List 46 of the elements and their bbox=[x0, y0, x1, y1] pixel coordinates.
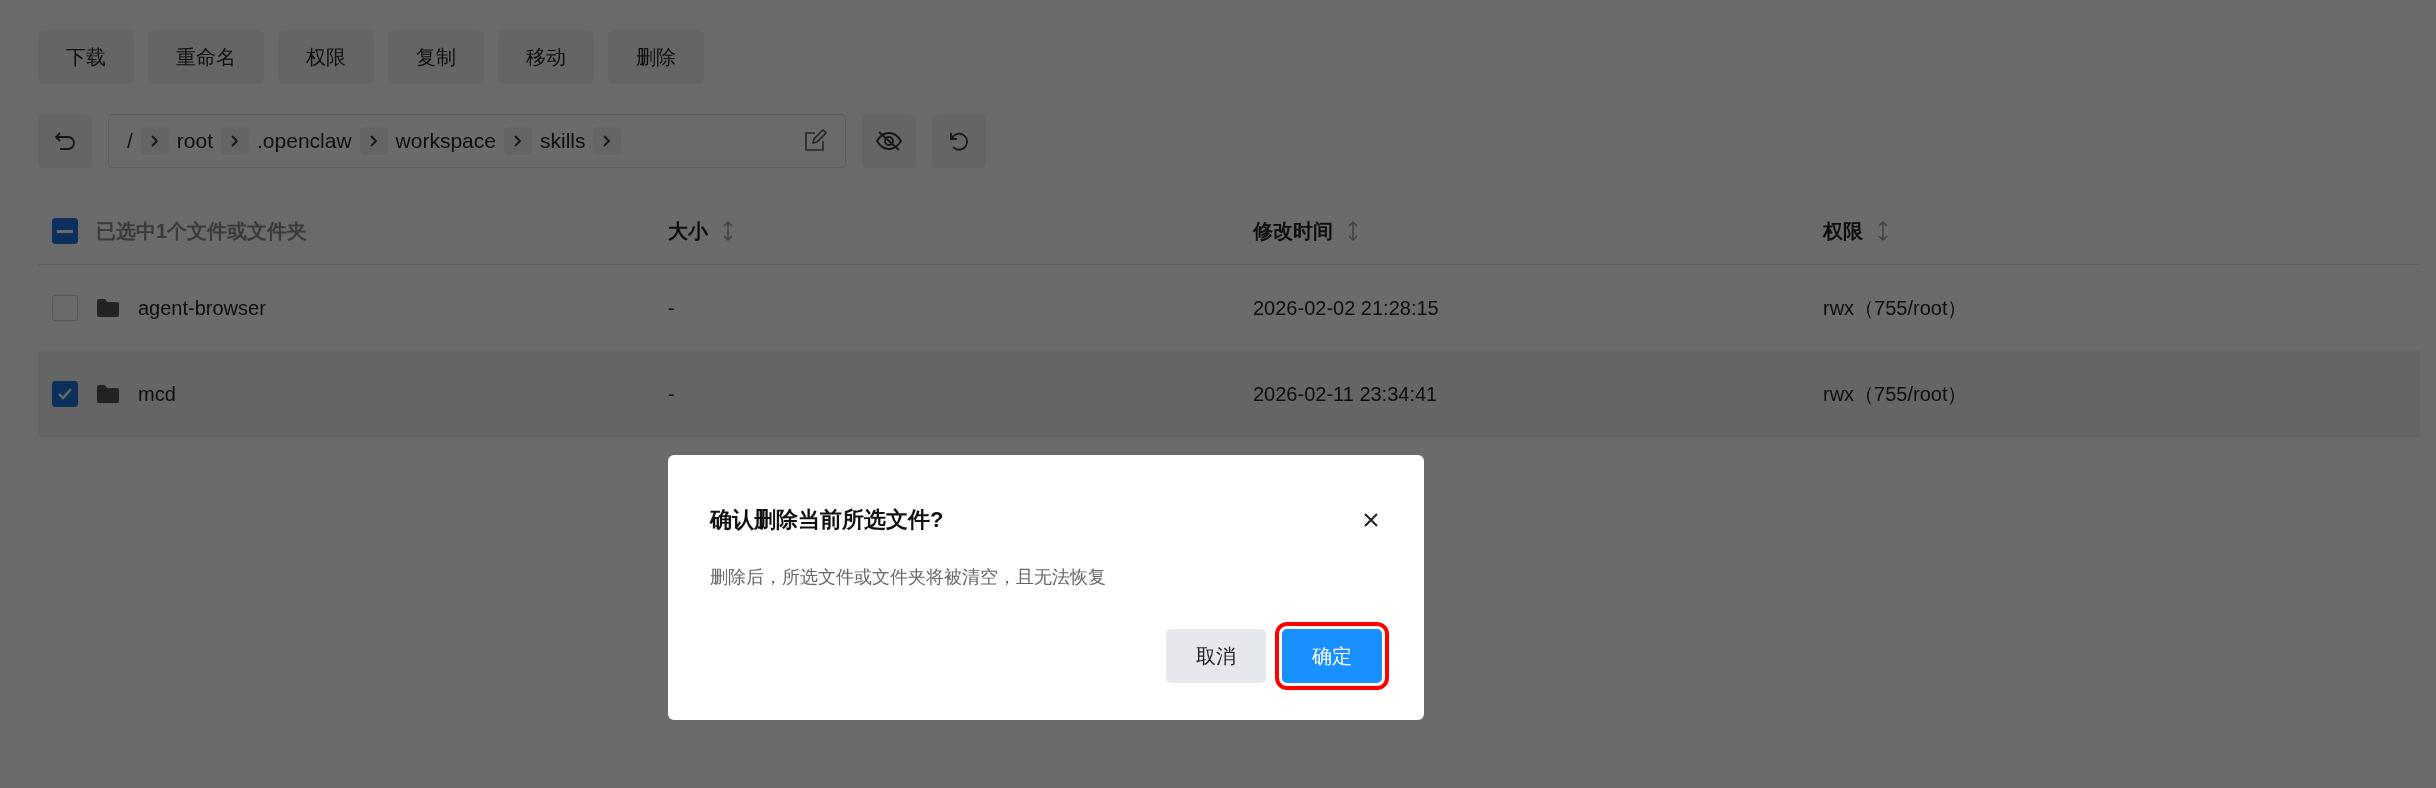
file-name[interactable]: agent-browser bbox=[138, 296, 266, 320]
chevron-icon[interactable] bbox=[359, 127, 388, 155]
folder-icon bbox=[96, 298, 120, 318]
column-header[interactable]: 权限 bbox=[1823, 217, 1863, 245]
dialog-title: 确认删除当前所选文件? bbox=[710, 506, 944, 534]
modified-time: 2026-02-11 23:34:41 bbox=[1253, 382, 1438, 405]
path-segment[interactable]: .openclaw bbox=[257, 129, 352, 153]
dialog-message: 删除后，所选文件或文件夹将被清空，且无法恢复 bbox=[710, 566, 1107, 589]
edit-icon[interactable] bbox=[803, 129, 827, 153]
toolbar-button[interactable]: 删除 bbox=[608, 30, 704, 84]
chevron-icon[interactable] bbox=[593, 127, 622, 155]
permission: rwx（755/root） bbox=[1823, 296, 1968, 319]
chevron-icon[interactable] bbox=[504, 127, 532, 155]
column-header[interactable]: 修改时间 bbox=[1253, 217, 1333, 245]
file-size: - bbox=[668, 296, 675, 319]
sort-icon[interactable] bbox=[1347, 220, 1359, 242]
dash-icon bbox=[57, 229, 73, 233]
column-header[interactable]: 大小 bbox=[668, 217, 708, 245]
chevron-icon[interactable] bbox=[140, 127, 169, 155]
toolbar-button[interactable]: 重命名 bbox=[148, 30, 264, 84]
path-field[interactable]: / root .openclaw workspace skills bbox=[108, 114, 846, 168]
check-icon bbox=[57, 387, 73, 401]
cancel-button[interactable]: 取消 bbox=[1166, 629, 1266, 683]
toolbar-button[interactable]: 下载 bbox=[38, 30, 134, 84]
file-name[interactable]: mcd bbox=[138, 382, 176, 406]
file-size: - bbox=[668, 382, 675, 405]
folder-icon bbox=[96, 384, 120, 404]
row-checkbox[interactable] bbox=[52, 381, 78, 407]
path-root[interactable]: / bbox=[127, 129, 133, 153]
hide-button[interactable] bbox=[862, 114, 916, 168]
permission: rwx（755/root） bbox=[1823, 382, 1968, 405]
path-segment[interactable]: root bbox=[176, 129, 214, 153]
chevron-icon[interactable] bbox=[221, 127, 250, 155]
sort-icon[interactable] bbox=[722, 220, 734, 242]
path-segment[interactable]: workspace bbox=[395, 129, 496, 153]
toolbar-button[interactable]: 权限 bbox=[278, 30, 374, 84]
back-icon bbox=[54, 131, 76, 151]
path-segment[interactable]: skills bbox=[540, 129, 586, 153]
modified-time: 2026-02-02 21:28:15 bbox=[1253, 296, 1439, 319]
back-button[interactable] bbox=[38, 114, 92, 168]
toolbar-button[interactable]: 移动 bbox=[498, 30, 594, 84]
sort-icon[interactable] bbox=[1877, 220, 1889, 242]
refresh-button[interactable] bbox=[932, 114, 986, 168]
select-all-checkbox[interactable] bbox=[52, 218, 78, 244]
toolbar-button[interactable]: 复制 bbox=[388, 30, 484, 84]
eye-slash-icon bbox=[875, 130, 903, 152]
